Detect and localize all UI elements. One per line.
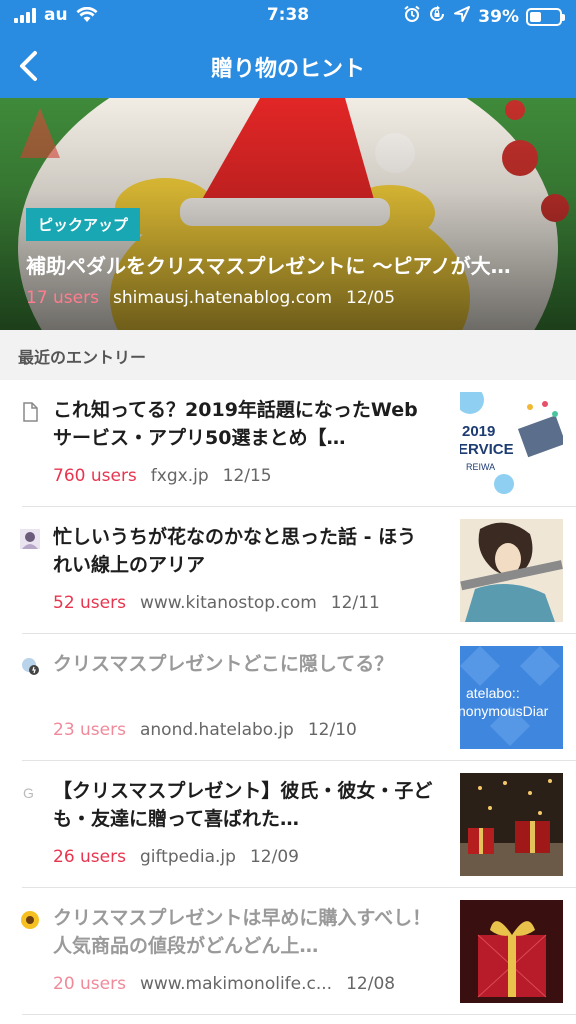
- domain: www.kitanostop.com: [139, 593, 317, 613]
- avatar-icon: [20, 529, 40, 549]
- sunflower-icon: [21, 911, 39, 929]
- alarm-icon: [403, 5, 421, 28]
- navigation-bar: 贈り物のヒント: [0, 34, 576, 98]
- entry-thumbnail: [460, 900, 563, 1003]
- date: 12/15: [222, 466, 272, 486]
- list-item[interactable]: クリスマスプレゼントは早めに購入すべし！人気商品の値段がどんどん上… 20 us…: [0, 888, 576, 1015]
- pickup-meta: 17 users shimausj.hatenablog.com 12/05: [26, 288, 395, 308]
- section-header: 最近のエントリー: [0, 330, 576, 380]
- domain: www.makimonolife.c...: [139, 974, 333, 994]
- entry-title: 【クリスマスプレゼント】彼氏・彼女・子ども・友達に贈って喜ばれた…: [53, 780, 433, 830]
- entry-title: クリスマスプレゼントは早めに購入すべし！人気商品の値段がどんどん上…: [53, 907, 432, 957]
- entry-thumbnail: 2019 ERVICE REIWA: [460, 392, 563, 495]
- list-item[interactable]: G 【クリスマスプレゼント】彼氏・彼女・子ども・友達に贈って喜ばれた… 26 u…: [0, 761, 576, 888]
- entry-list: これ知ってる？2019年話題になったWebサービス・アプリ50選まとめ【… 76…: [0, 380, 576, 1015]
- domain: anond.hatelabo.jp: [139, 720, 294, 740]
- domain: fxgx.jp: [150, 466, 209, 486]
- date: 12/05: [346, 288, 396, 308]
- document-icon: [23, 402, 38, 422]
- thumb-text: ERVICE: [460, 441, 514, 458]
- date: 12/11: [330, 593, 380, 613]
- list-item[interactable]: これ知ってる？2019年話題になったWebサービス・アプリ50選まとめ【… 76…: [0, 380, 576, 507]
- pickup-tag: ピックアップ: [26, 208, 141, 241]
- thumb-text: 2019: [462, 423, 495, 440]
- rotation-lock-icon: [428, 5, 446, 28]
- app-header: au 7:38 39% 贈り物のヒント: [0, 0, 576, 98]
- pickup-title: 補助ペダルをクリスマスプレゼントに 〜ピアノが大…: [26, 254, 511, 278]
- anonymous-diary-icon: [22, 658, 39, 675]
- list-item[interactable]: 忙しいうちが花なのかなと思った話 - ほうれい線上のアリア 52 users w…: [0, 507, 576, 634]
- entry-title: 忙しいうちが花なのかなと思った話 - ほうれい線上のアリア: [53, 526, 417, 576]
- entry-thumbnail: atelabo:: nonymousDiar: [460, 646, 563, 749]
- g-letter-icon: G: [23, 785, 34, 801]
- users-count: 26 users: [53, 847, 126, 867]
- users-count: 20 users: [53, 974, 126, 994]
- location-icon: [453, 5, 471, 28]
- domain: giftpedia.jp: [139, 847, 236, 867]
- users-count: 52 users: [53, 593, 126, 613]
- entry-meta: 26 users giftpedia.jp 12/09: [53, 847, 299, 867]
- status-bar: au 7:38 39%: [0, 0, 576, 34]
- date: 12/09: [249, 847, 299, 867]
- thumb-text: REIWA: [466, 462, 495, 472]
- section-title: 最近のエントリー: [18, 348, 147, 367]
- users-count: 760 users: [53, 466, 137, 486]
- entry-meta: 20 users www.makimonolife.c... 12/08: [53, 974, 395, 994]
- date: 12/10: [307, 720, 357, 740]
- entry-thumbnail: [460, 773, 563, 876]
- page-title: 贈り物のヒント: [210, 57, 365, 82]
- svg-text:G: G: [23, 785, 34, 801]
- battery-percent: 39%: [478, 6, 519, 27]
- date: 12/08: [346, 974, 396, 994]
- list-item[interactable]: クリスマスプレゼントどこに隠してる？ 23 users anond.hatela…: [0, 634, 576, 761]
- battery-icon: [526, 7, 565, 26]
- thumb-text: atelabo::: [466, 685, 520, 701]
- thumb-text: nonymousDiar: [460, 703, 549, 719]
- entry-meta: 23 users anond.hatelabo.jp 12/10: [53, 720, 357, 740]
- entry-title: クリスマスプレゼントどこに隠してる？: [53, 653, 394, 675]
- domain: shimausj.hatenablog.com: [112, 288, 333, 308]
- entry-title: これ知ってる？2019年話題になったWebサービス・アプリ50選まとめ【…: [53, 399, 418, 449]
- pickup-entry[interactable]: ピックアップ 補助ペダルをクリスマスプレゼントに 〜ピアノが大… 17 user…: [0, 98, 576, 330]
- users-count: 17 users: [26, 288, 99, 308]
- users-count: 23 users: [53, 720, 126, 740]
- entry-meta: 760 users fxgx.jp 12/15: [53, 466, 272, 486]
- entry-thumbnail: [460, 519, 563, 622]
- entry-meta: 52 users www.kitanostop.com 12/11: [53, 593, 380, 613]
